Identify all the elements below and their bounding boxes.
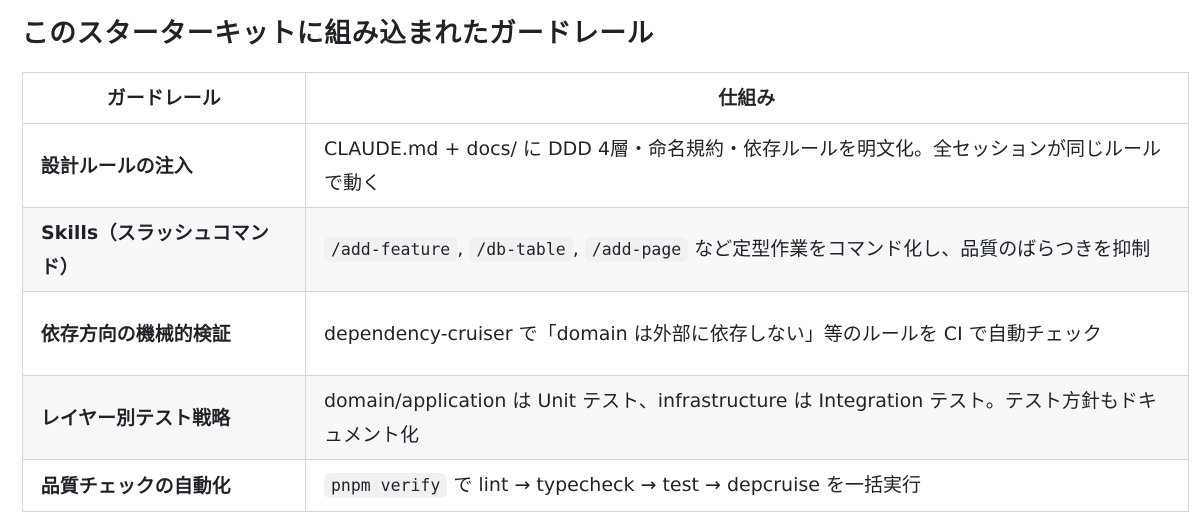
row-description: /add-feature, /db-table, /add-page など定型作… xyxy=(305,207,1189,292)
row-name: 品質チェックの自動化 xyxy=(22,459,306,512)
row-description: pnpm verify で lint → typecheck → test → … xyxy=(305,459,1189,512)
header-mechanism: 仕組み xyxy=(305,72,1189,124)
row-name: 設計ルールの注入 xyxy=(22,123,306,208)
inline-code: /db-table xyxy=(469,237,573,262)
table-row: Skills（スラッシュコマンド） /add-feature, /db-tabl… xyxy=(22,207,1189,292)
guardrail-table: ガードレール 仕組み 設計ルールの注入 CLAUDE.md + docs/ に … xyxy=(22,72,1189,512)
row-name: 依存方向の機械的検証 xyxy=(22,291,306,376)
page: このスターターキットに組み込まれたガードレール ガードレール 仕組み 設計ルール… xyxy=(0,0,1200,524)
section-title: このスターターキットに組み込まれたガードレール xyxy=(22,18,655,49)
row-description: domain/application は Unit テスト、infrastruc… xyxy=(305,375,1189,460)
separator: , xyxy=(457,238,470,260)
header-guardrail: ガードレール xyxy=(22,72,306,124)
inline-code: /add-page xyxy=(584,237,689,262)
table-row: レイヤー別テスト戦略 domain/application は Unit テスト… xyxy=(22,375,1189,460)
description-text: で lint → typecheck → test → depcruise を一… xyxy=(447,474,921,496)
separator: , xyxy=(572,238,585,260)
table-row: 設計ルールの注入 CLAUDE.md + docs/ に DDD 4層・命名規約… xyxy=(22,123,1189,208)
row-name: レイヤー別テスト戦略 xyxy=(22,375,306,460)
inline-code: pnpm verify xyxy=(324,473,448,498)
inline-code: /add-feature xyxy=(324,237,458,262)
table-row: 依存方向の機械的検証 dependency-cruiser で「domain は… xyxy=(22,291,1189,376)
row-name: Skills（スラッシュコマンド） xyxy=(22,207,306,292)
row-description: dependency-cruiser で「domain は外部に依存しない」等の… xyxy=(305,291,1189,376)
table-row: 品質チェックの自動化 pnpm verify で lint → typechec… xyxy=(22,459,1189,512)
row-description: CLAUDE.md + docs/ に DDD 4層・命名規約・依存ルールを明文… xyxy=(305,123,1189,208)
description-text: など定型作業をコマンド化し、品質のばらつきを抑制 xyxy=(688,238,1151,260)
table-header-row: ガードレール 仕組み xyxy=(22,72,1189,124)
